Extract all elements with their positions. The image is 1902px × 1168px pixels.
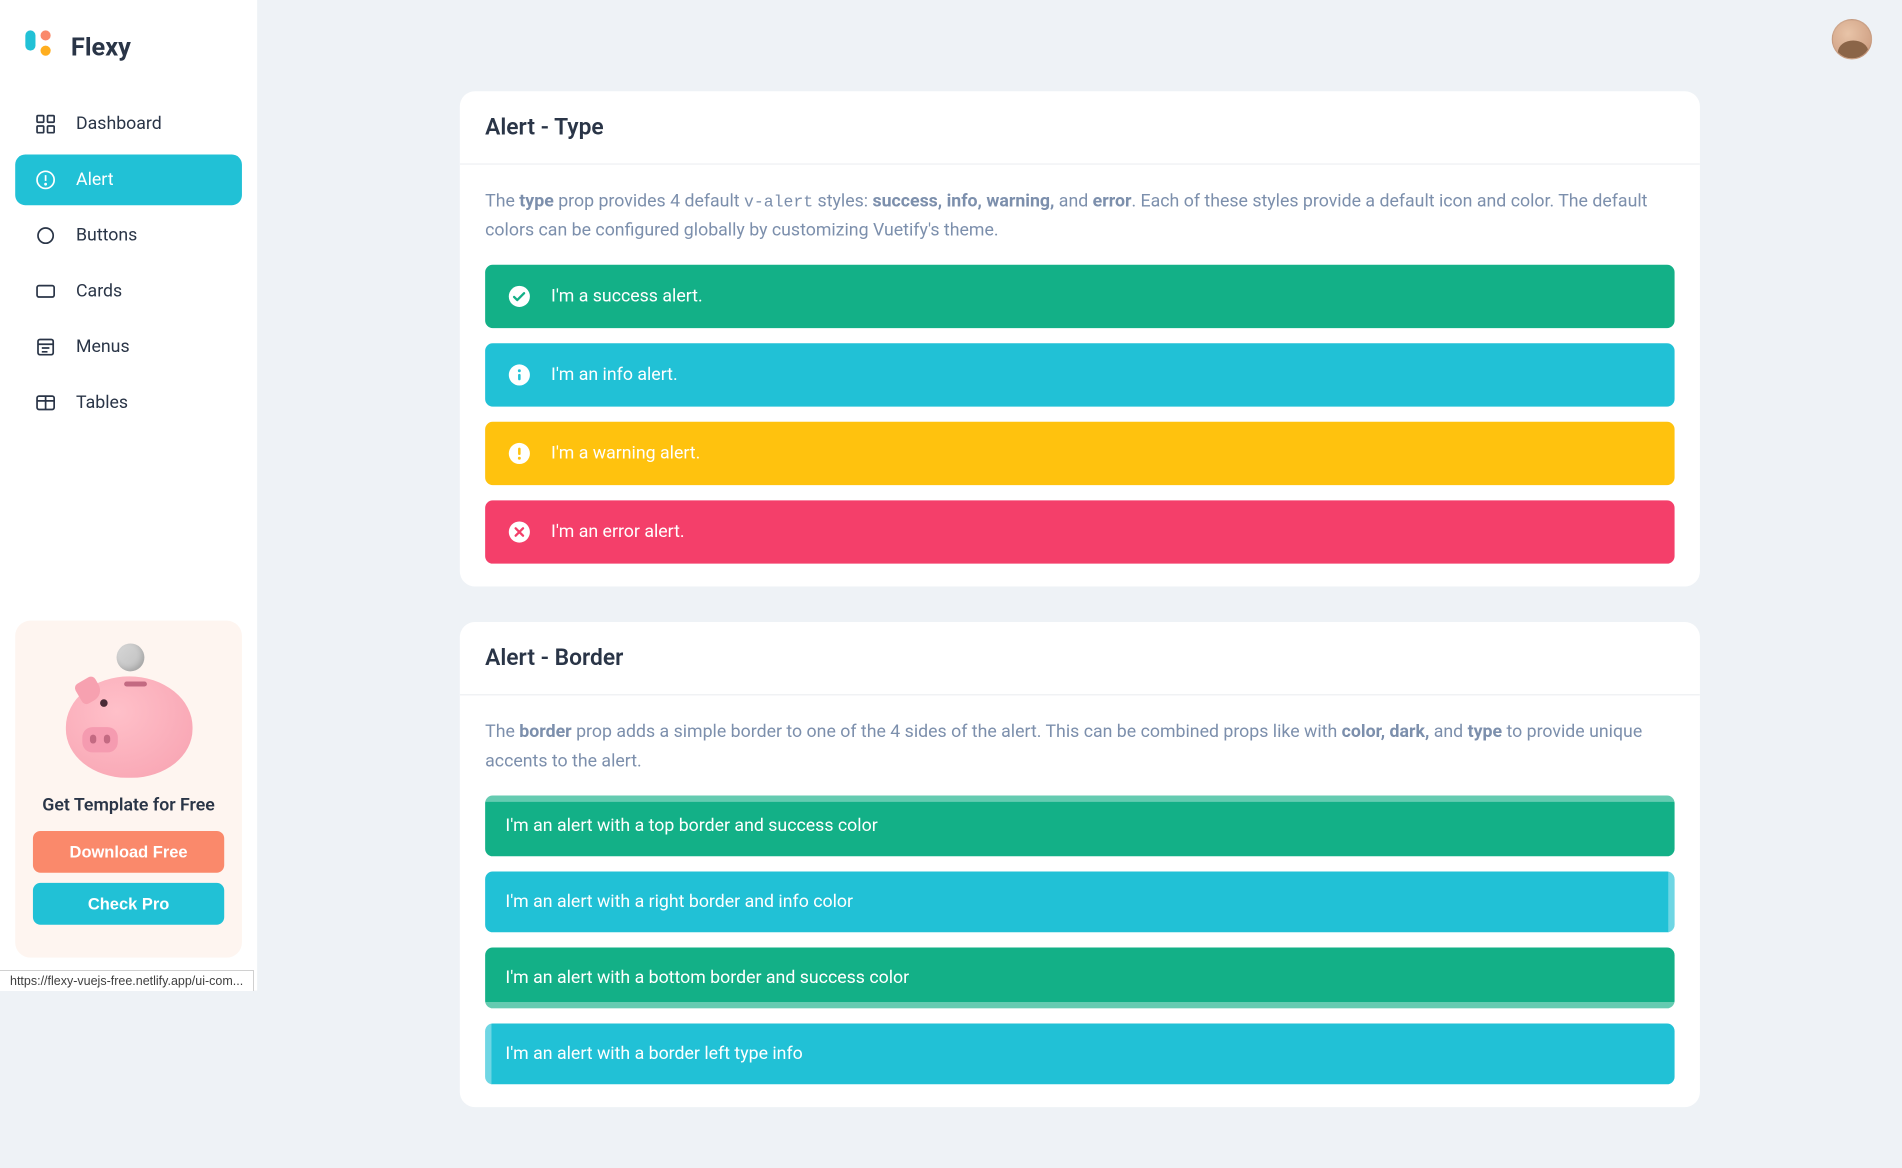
logo[interactable]: Flexy (15, 20, 242, 88)
alert-border-top: I'm an alert with a top border and succe… (485, 795, 1674, 856)
main-content: Alert - Type The type prop provides 4 de… (257, 0, 1902, 1168)
check-circle-icon (505, 283, 533, 311)
card-icon (33, 279, 58, 304)
sidebar-item-label: Dashboard (76, 114, 162, 134)
sidebar-nav: Dashboard Alert Buttons Cards Menus (15, 99, 242, 433)
alert-text: I'm a success alert. (551, 287, 703, 307)
user-avatar[interactable] (1832, 19, 1873, 60)
menu-icon (33, 334, 58, 359)
download-free-button[interactable]: Download Free (33, 831, 224, 873)
card-alert-type: Alert - Type The type prop provides 4 de… (460, 91, 1700, 587)
table-icon (33, 390, 58, 415)
alert-text: I'm an error alert. (551, 522, 685, 542)
dashboard-icon (33, 111, 58, 136)
alert-text: I'm a warning alert. (551, 444, 700, 464)
alert-success: I'm a success alert. (485, 265, 1674, 328)
card-alert-border: Alert - Border The border prop adds a si… (460, 622, 1700, 1107)
card-body: The border prop adds a simple border to … (460, 696, 1700, 1107)
piggy-bank-icon (59, 643, 198, 782)
alert-text: I'm an info alert. (551, 365, 678, 385)
card-description: The type prop provides 4 default v-alert… (485, 187, 1674, 244)
exclamation-circle-icon (505, 440, 533, 468)
sidebar-item-tables[interactable]: Tables (15, 377, 242, 428)
sidebar-item-alert[interactable]: Alert (15, 155, 242, 206)
alert-text: I'm an alert with a border left type inf… (505, 1044, 802, 1064)
alert-error: I'm an error alert. (485, 501, 1674, 564)
alert-text: I'm an alert with a top border and succe… (505, 816, 877, 836)
info-circle-icon (505, 361, 533, 389)
promo-title: Get Template for Free (33, 795, 224, 815)
sidebar-item-buttons[interactable]: Buttons (15, 210, 242, 261)
sidebar: Flexy Dashboard Alert Buttons Cards (0, 0, 257, 991)
sidebar-item-label: Alert (76, 170, 114, 190)
sidebar-item-dashboard[interactable]: Dashboard (15, 99, 242, 150)
alert-border-right: I'm an alert with a right border and inf… (485, 871, 1674, 932)
card-header: Alert - Border (460, 622, 1700, 695)
sidebar-item-label: Menus (76, 337, 130, 357)
logo-mark-icon (25, 30, 58, 63)
alert-border-left: I'm an alert with a border left type inf… (485, 1023, 1674, 1084)
app-name: Flexy (71, 32, 131, 62)
card-description: The border prop adds a simple border to … (485, 718, 1674, 775)
alert-text: I'm an alert with a right border and inf… (505, 892, 853, 912)
card-title: Alert - Type (485, 114, 1674, 141)
alert-warning: I'm a warning alert. (485, 422, 1674, 485)
card-body: The type prop provides 4 default v-alert… (460, 165, 1700, 587)
sidebar-item-menus[interactable]: Menus (15, 322, 242, 373)
promo-card: Get Template for Free Download Free Chec… (15, 621, 242, 958)
sidebar-item-label: Cards (76, 281, 122, 301)
card-title: Alert - Border (485, 645, 1674, 672)
check-pro-button[interactable]: Check Pro (33, 883, 224, 925)
alert-circle-icon (33, 167, 58, 192)
sidebar-item-label: Buttons (76, 225, 137, 245)
circle-icon (33, 223, 58, 248)
card-header: Alert - Type (460, 91, 1700, 164)
alert-info: I'm an info alert. (485, 344, 1674, 407)
browser-status-bar: https://flexy-vuejs-free.netlify.app/ui-… (0, 970, 254, 991)
sidebar-item-cards[interactable]: Cards (15, 266, 242, 317)
alert-border-bottom: I'm an alert with a bottom border and su… (485, 947, 1674, 1008)
x-circle-icon (505, 518, 533, 546)
alert-text: I'm an alert with a bottom border and su… (505, 968, 909, 988)
topbar (257, 0, 1902, 79)
sidebar-item-label: Tables (76, 393, 128, 413)
